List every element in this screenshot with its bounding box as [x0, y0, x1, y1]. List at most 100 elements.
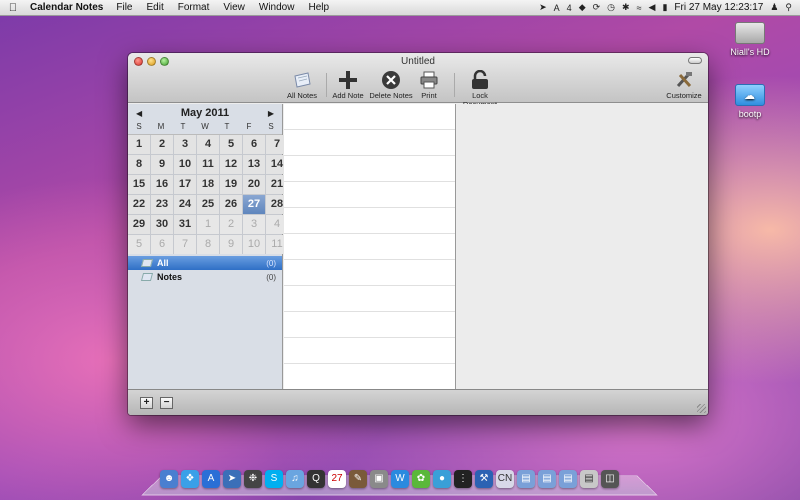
calendar-day[interactable]: 26 — [220, 195, 242, 214]
adobe-icon[interactable]: A — [554, 3, 560, 13]
previous-month-icon[interactable]: ◀ — [136, 109, 142, 118]
aperture-icon[interactable]: ❉ — [244, 470, 262, 488]
calendar-day[interactable]: 9 — [151, 155, 173, 174]
finder-icon[interactable]: ☻ — [160, 470, 178, 488]
next-month-icon[interactable]: ▶ — [268, 109, 274, 118]
itunes-icon[interactable]: ♫ — [286, 470, 304, 488]
calendar-day[interactable]: 3 — [174, 135, 196, 154]
calendar-day[interactable]: 13 — [243, 155, 265, 174]
documents-folder-icon[interactable]: ▤ — [538, 470, 556, 488]
apple-menu-icon[interactable]:  — [0, 2, 26, 14]
quicktime-icon[interactable]: Q — [307, 470, 325, 488]
notes-list[interactable] — [284, 104, 456, 390]
calendar-day[interactable]: 16 — [151, 175, 173, 194]
safari-icon[interactable]: ❖ — [181, 470, 199, 488]
calendar-day[interactable]: 1 — [128, 135, 150, 154]
time-machine-icon[interactable]: ◷ — [607, 2, 615, 13]
calendar-day[interactable]: 24 — [174, 195, 196, 214]
spotlight-icon[interactable]: ⚲ — [785, 2, 792, 13]
calendar-day[interactable]: 2 — [151, 135, 173, 154]
desktop-drive-bootp[interactable]: ☁ bootp — [720, 84, 780, 119]
source-item-notes[interactable]: Notes (0) — [128, 270, 282, 284]
calendar-day[interactable]: 17 — [174, 175, 196, 194]
twitter-icon[interactable]: ● — [433, 470, 451, 488]
xcode-icon[interactable]: ⚒ — [475, 470, 493, 488]
user-icon[interactable]: ♟ — [770, 2, 778, 13]
calendar-day[interactable]: 5 — [220, 135, 242, 154]
resize-grip-icon[interactable] — [697, 404, 706, 413]
app-menu[interactable]: Calendar Notes — [26, 2, 109, 13]
sync-icon[interactable]: ⟳ — [593, 2, 601, 13]
note-detail-pane[interactable] — [457, 104, 708, 389]
menu-window[interactable]: Window — [252, 2, 302, 13]
customize-button[interactable]: Customize — [659, 69, 708, 100]
volume-icon[interactable]: ◀ — [649, 2, 656, 13]
calendar-day[interactable]: 22 — [128, 195, 150, 214]
menu-help[interactable]: Help — [301, 2, 336, 13]
all-notes-button[interactable]: All Notes — [277, 69, 327, 100]
calendar-day[interactable]: 31 — [174, 215, 196, 234]
calendar-day[interactable]: 9 — [220, 235, 242, 254]
calendar-day[interactable]: 10 — [243, 235, 265, 254]
lock-document-button[interactable]: Lock Document — [454, 69, 506, 109]
menu-clock[interactable]: Fri 27 May 12:23:17 — [674, 2, 763, 13]
app-store-icon[interactable]: A — [202, 470, 220, 488]
list-item[interactable] — [284, 208, 455, 234]
list-item[interactable] — [284, 130, 455, 156]
applications-folder-icon[interactable]: ▤ — [517, 470, 535, 488]
calendar-day[interactable]: 12 — [220, 155, 242, 174]
title-bar[interactable]: Untitled All Notes Add Note Delete Notes… — [128, 53, 708, 109]
calendar-day[interactable]: 6 — [151, 235, 173, 254]
calendar-day[interactable]: 6 — [243, 135, 265, 154]
list-item[interactable] — [284, 364, 455, 390]
calendar-day-selected[interactable]: 27 — [243, 195, 265, 214]
list-item[interactable] — [284, 104, 455, 130]
calendar-day[interactable]: 23 — [151, 195, 173, 214]
cursor-icon[interactable]: ➤ — [539, 2, 547, 13]
calendar-day[interactable]: 8 — [128, 155, 150, 174]
battery-icon[interactable]: ▮ — [662, 2, 667, 13]
list-item[interactable] — [284, 260, 455, 286]
toolbar-toggle-button[interactable] — [688, 57, 702, 64]
calendar-day[interactable]: 11 — [197, 155, 219, 174]
menu-format[interactable]: Format — [171, 2, 217, 13]
dropbox-icon[interactable]: ◆ — [579, 2, 586, 13]
status-count[interactable]: 4 — [567, 3, 572, 13]
calendar-day[interactable]: 1 — [197, 215, 219, 234]
calendar-day[interactable]: 29 — [128, 215, 150, 234]
bluetooth-icon[interactable]: ✱ — [622, 2, 630, 13]
calendar-day[interactable]: 7 — [174, 235, 196, 254]
downloads-folder-icon[interactable]: ▤ — [559, 470, 577, 488]
wifi-icon[interactable]: ≈ — [637, 3, 642, 13]
calendar-day[interactable]: 30 — [151, 215, 173, 234]
remove-source-button[interactable]: − — [160, 397, 173, 409]
calendar-app-icon[interactable]: 27 — [328, 470, 346, 488]
cursor-app-icon[interactable]: ➤ — [223, 470, 241, 488]
calendar-day[interactable]: 18 — [197, 175, 219, 194]
calendar-day[interactable]: 5 — [128, 235, 150, 254]
calendar-day[interactable]: 4 — [197, 135, 219, 154]
list-item[interactable] — [284, 338, 455, 364]
list-item[interactable] — [284, 312, 455, 338]
trash-icon[interactable]: ◫ — [601, 470, 619, 488]
calendar-day[interactable]: 20 — [243, 175, 265, 194]
list-item[interactable] — [284, 234, 455, 260]
preview-icon[interactable]: ▣ — [370, 470, 388, 488]
blackberry-icon[interactable]: ⋮ — [454, 470, 472, 488]
stack-icon[interactable]: ▤ — [580, 470, 598, 488]
menu-edit[interactable]: Edit — [139, 2, 170, 13]
skype-icon[interactable]: S — [265, 470, 283, 488]
menu-file[interactable]: File — [109, 2, 139, 13]
leaf-icon[interactable]: ✿ — [412, 470, 430, 488]
calendar-day[interactable]: 15 — [128, 175, 150, 194]
calendar-day[interactable]: 8 — [197, 235, 219, 254]
word-icon[interactable]: W — [391, 470, 409, 488]
calendar-day[interactable]: 2 — [220, 215, 242, 234]
list-item[interactable] — [284, 286, 455, 312]
add-source-button[interactable]: + — [140, 397, 153, 409]
calendar-notes-icon[interactable]: CN — [496, 470, 514, 488]
list-item[interactable] — [284, 182, 455, 208]
desktop-drive-hd[interactable]: Niall's HD — [720, 22, 780, 57]
menu-view[interactable]: View — [216, 2, 252, 13]
calendar-day[interactable]: 3 — [243, 215, 265, 234]
